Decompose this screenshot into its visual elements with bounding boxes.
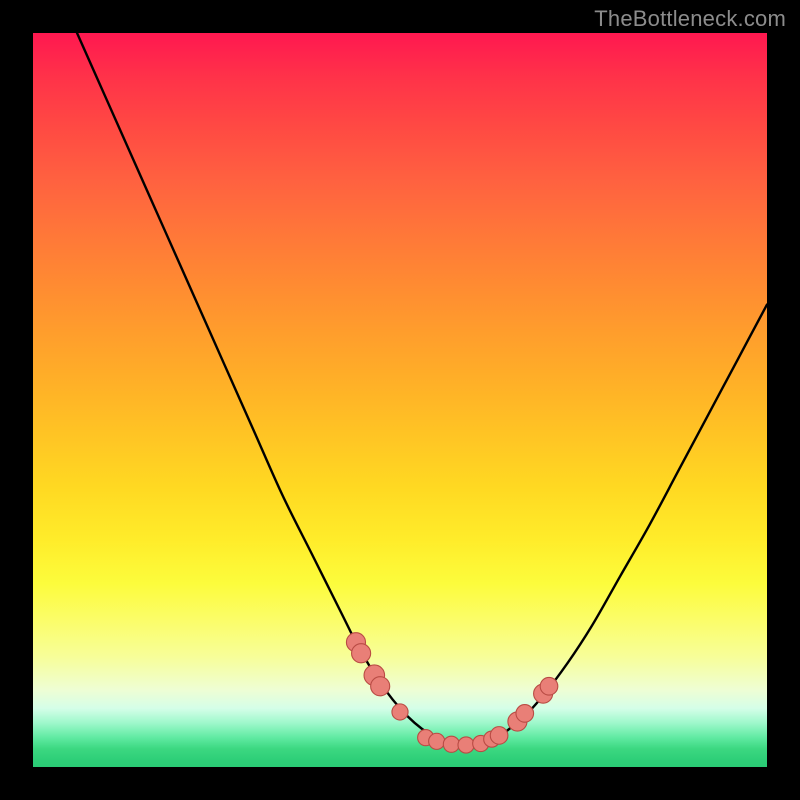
curve-marker — [540, 677, 558, 695]
curve-marker — [392, 704, 408, 720]
chart-svg — [33, 33, 767, 767]
curve-marker — [429, 733, 445, 749]
curve-markers — [346, 633, 557, 753]
curve-marker — [418, 730, 434, 746]
plot-area — [33, 33, 767, 767]
curve-marker — [346, 633, 365, 652]
curve-marker — [443, 736, 459, 752]
curve-marker — [458, 737, 474, 753]
curve-marker — [371, 677, 390, 696]
curve-marker — [352, 644, 371, 663]
curve-marker — [508, 712, 527, 731]
curve-marker — [534, 684, 553, 703]
watermark-text: TheBottleneck.com — [594, 6, 786, 32]
curve-marker — [516, 705, 534, 723]
curve-marker — [484, 731, 500, 747]
outer-frame: TheBottleneck.com — [0, 0, 800, 800]
curve-marker — [364, 665, 385, 686]
bottleneck-curve — [77, 33, 767, 745]
curve-marker — [490, 727, 508, 745]
curve-marker — [473, 735, 489, 751]
